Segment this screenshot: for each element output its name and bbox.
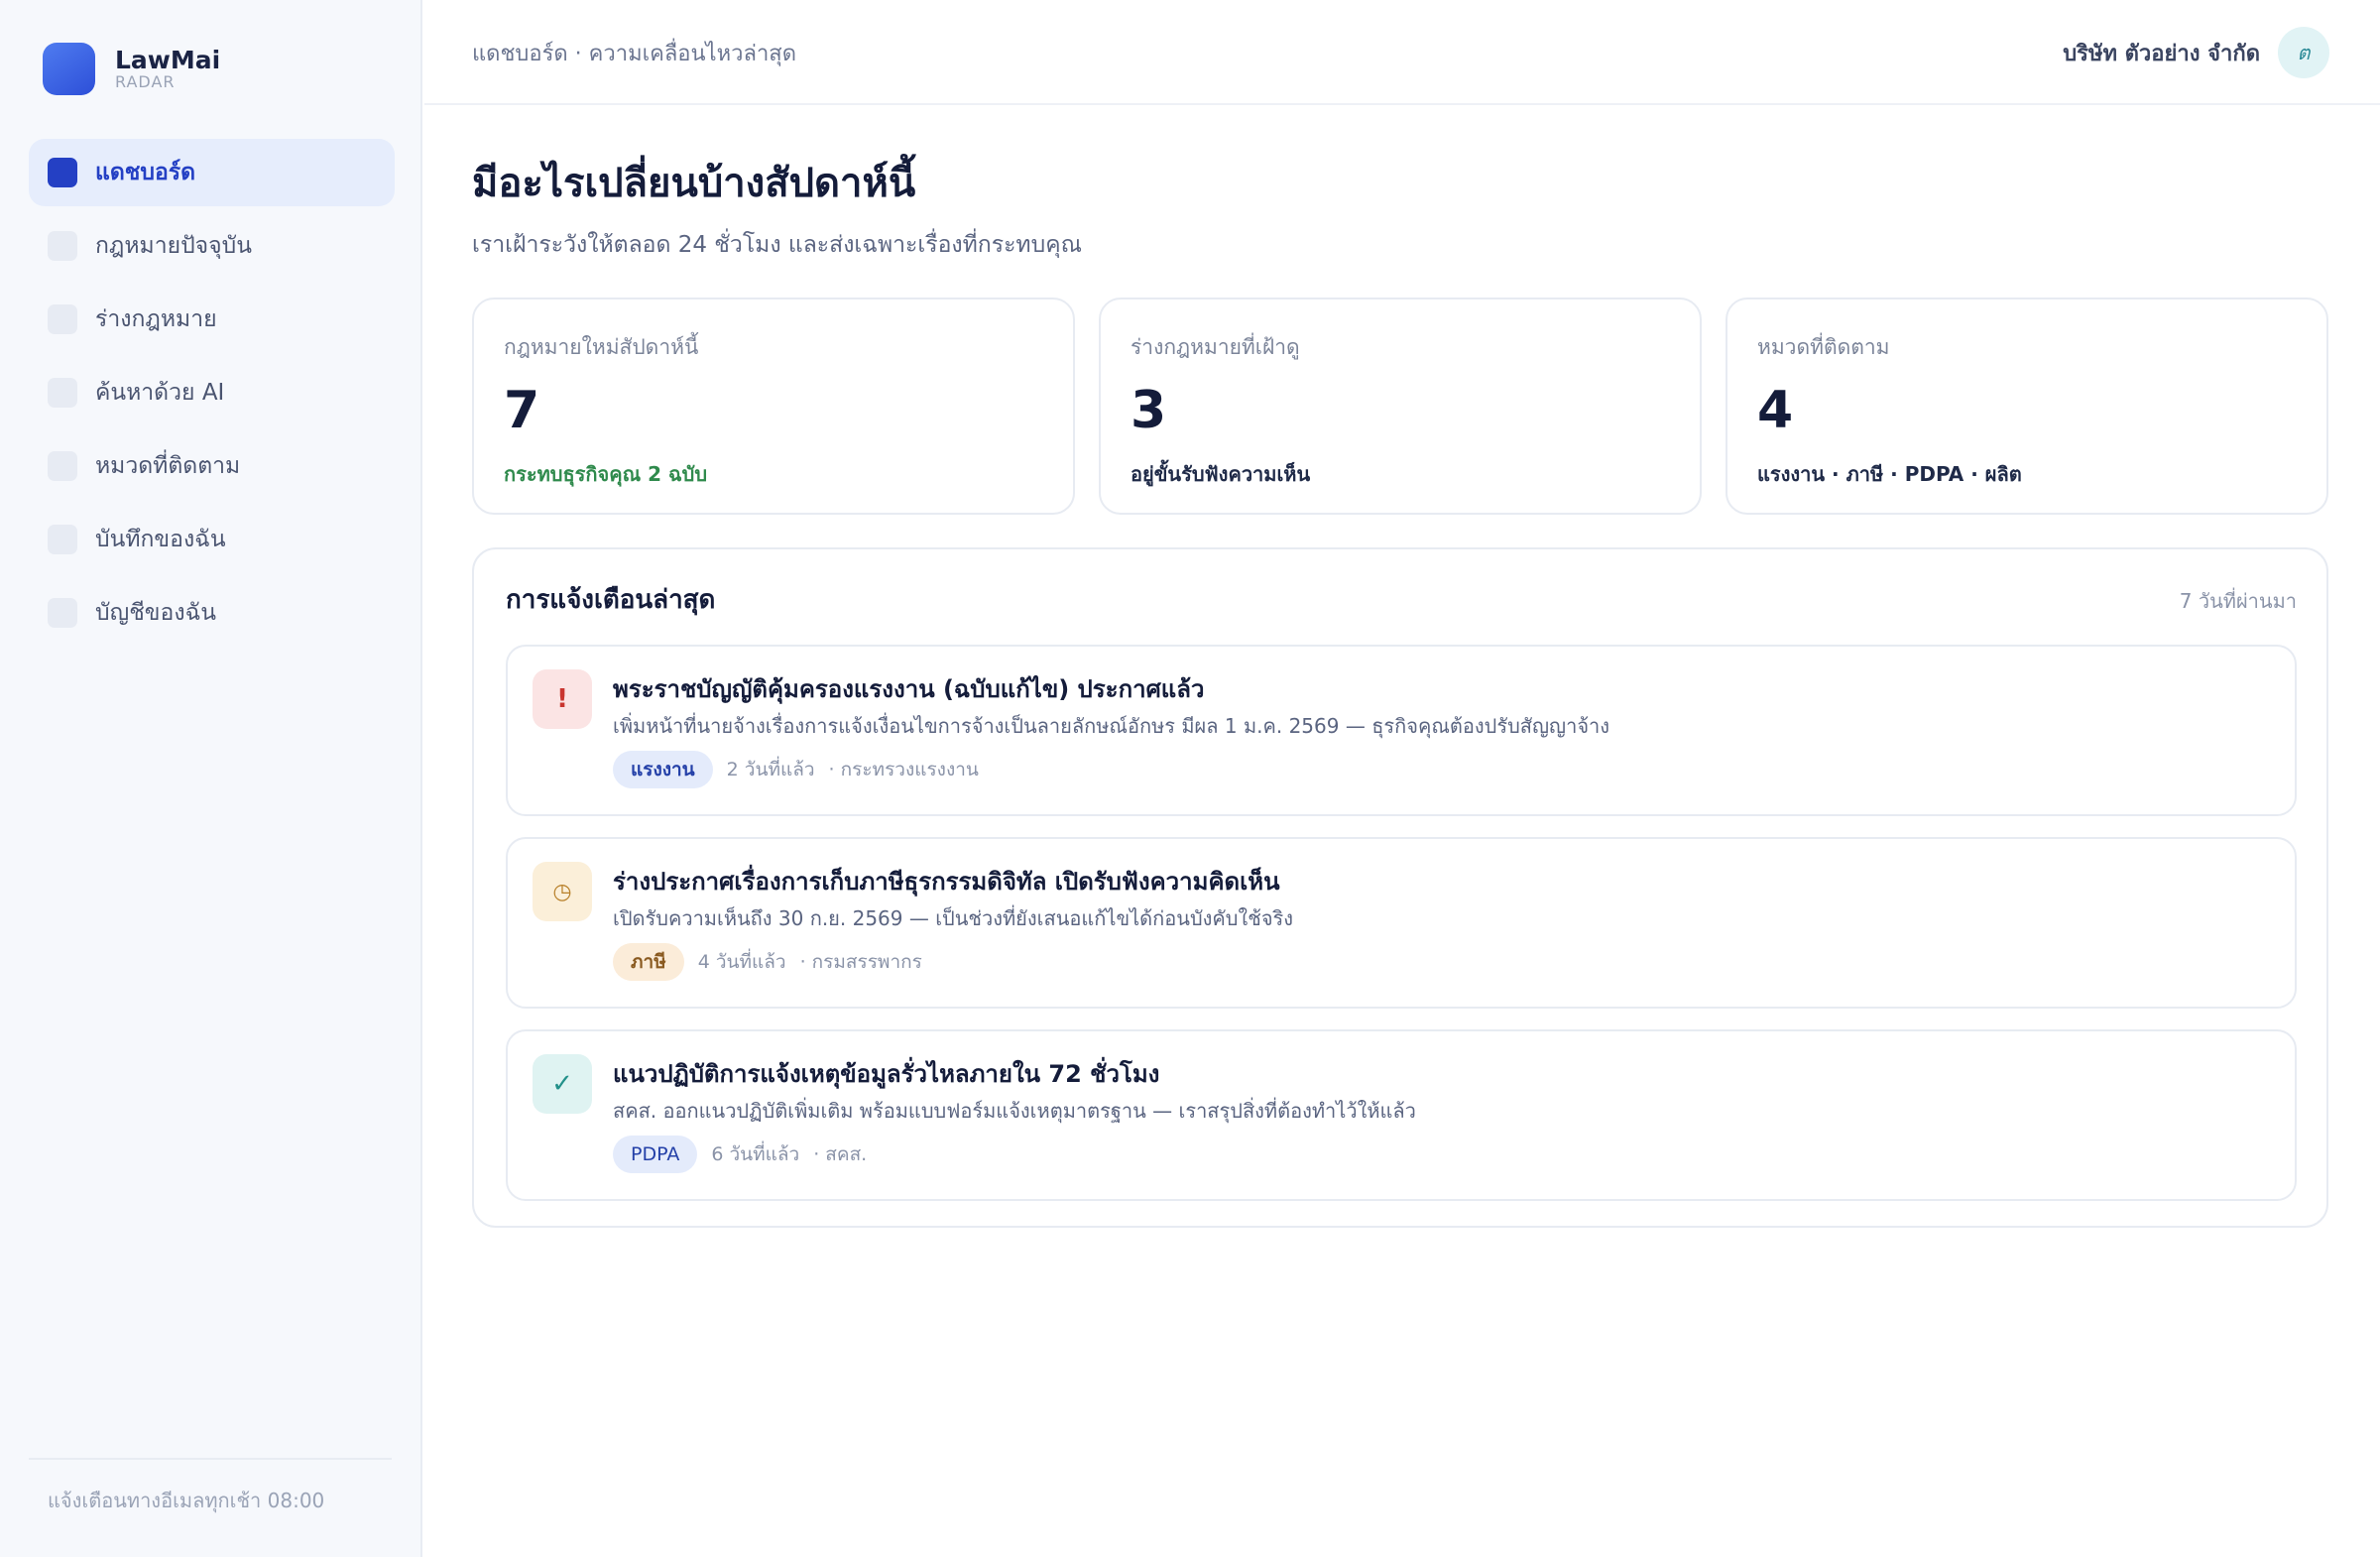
- page-subtitle: เราเฝ้าระวังให้ตลอด 24 ชั่วโมง และส่งเฉพ…: [472, 232, 1082, 258]
- category-tag[interactable]: PDPA: [613, 1136, 698, 1173]
- sidebar-item-label: หมวดที่ติดตาม: [95, 453, 241, 479]
- sidebar-item-label: ร่างกฎหมาย: [95, 306, 217, 332]
- category-tag[interactable]: ภาษี: [613, 943, 684, 981]
- brand-name: LawMai: [115, 45, 221, 74]
- sidebar-item-label: แดชบอร์ด: [95, 160, 196, 185]
- exclamation-icon: !: [533, 669, 592, 729]
- alert-source: · สคส.: [813, 1143, 868, 1165]
- category-tag[interactable]: แรงงาน: [613, 751, 713, 788]
- sidebar-nav: แดชบอร์ด กฎหมายปัจจุบัน ร่างกฎหมาย ค้นหา…: [29, 139, 395, 653]
- alert-title: พระราชบัญญัติคุ้มครองแรงงาน (ฉบับแก้ไข) …: [613, 675, 1205, 703]
- sidebar-item-my-notes[interactable]: บันทึกของฉัน: [29, 506, 395, 573]
- sidebar-item-label: บัญชีของฉัน: [95, 600, 216, 626]
- alert-item[interactable]: ✓ แนวปฏิบัติการแจ้งเหตุข้อมูลรั่วไหลภายใ…: [506, 1029, 2297, 1201]
- alert-title: ร่างประกาศเรื่องการเก็บภาษีธุรกรรมดิจิทั…: [613, 868, 1280, 896]
- laws-icon: [48, 231, 77, 261]
- stat-card-followed-categories[interactable]: หมวดที่ติดตาม 4 แรงงาน · ภาษี · PDPA · ผ…: [1726, 298, 2328, 515]
- brand[interactable]: LawMai RADAR: [43, 43, 220, 95]
- alert-title: แนวปฏิบัติการแจ้งเหตุข้อมูลรั่วไหลภายใน …: [613, 1060, 1160, 1088]
- sidebar: LawMai RADAR แดชบอร์ด กฎหมายปัจจุบัน ร่า…: [0, 0, 422, 1557]
- account-icon: [48, 598, 77, 628]
- stat-value: 7: [504, 381, 540, 440]
- sidebar-item-label: บันทึกของฉัน: [95, 527, 226, 552]
- alert-time: 2 วันที่แล้ว: [726, 759, 815, 780]
- alert-item[interactable]: ! พระราชบัญญัติคุ้มครองแรงงาน (ฉบับแก้ไข…: [506, 645, 2297, 816]
- stat-label: กฎหมายใหม่สัปดาห์นี้: [504, 335, 699, 359]
- draft-icon: [48, 304, 77, 334]
- alert-meta: ภาษี 4 วันที่แล้ว · กรมสรรพากร: [613, 943, 922, 981]
- company-name[interactable]: บริษัท ตัวอย่าง จำกัด: [2063, 36, 2260, 70]
- alerts-title: การแจ้งเตือนล่าสุด: [506, 585, 716, 615]
- lawmai-logo-icon: [43, 43, 95, 95]
- sidebar-item-label: กฎหมายปัจจุบัน: [95, 233, 252, 259]
- stat-note: กระทบธุรกิจคุณ 2 ฉบับ: [504, 462, 708, 486]
- alert-description: เพิ่มหน้าที่นายจ้างเรื่องการแจ้งเงื่อนไข…: [613, 714, 1610, 738]
- topbar: แดชบอร์ด · ความเคลื่อนไหวล่าสุด บริษัท ต…: [424, 0, 2380, 105]
- ai-search-icon: [48, 378, 77, 408]
- stat-label: หมวดที่ติดตาม: [1757, 335, 1890, 359]
- sidebar-item-my-account[interactable]: บัญชีของฉัน: [29, 579, 395, 647]
- avatar[interactable]: ต: [2278, 27, 2329, 78]
- sidebar-item-ai-search[interactable]: ค้นหาด้วย AI: [29, 359, 395, 426]
- alert-time: 4 วันที่แล้ว: [697, 951, 786, 973]
- brand-subtitle: RADAR: [115, 72, 176, 92]
- alert-source: · กรมสรรพากร: [799, 951, 922, 973]
- sidebar-divider: [29, 1458, 392, 1460]
- sidebar-item-followed-categories[interactable]: หมวดที่ติดตาม: [29, 432, 395, 500]
- stat-value: 3: [1130, 381, 1167, 440]
- sidebar-item-draft-laws[interactable]: ร่างกฎหมาย: [29, 286, 395, 353]
- alert-meta: PDPA 6 วันที่แล้ว · สคส.: [613, 1136, 867, 1173]
- alert-description: เปิดรับความเห็นถึง 30 ก.ย. 2569 — เป็นช่…: [613, 906, 1294, 930]
- breadcrumb: แดชบอร์ด · ความเคลื่อนไหวล่าสุด: [472, 42, 797, 66]
- alert-source: · กระทรวงแรงงาน: [828, 759, 979, 780]
- clock-icon: ◷: [533, 862, 592, 921]
- page-title: มีอะไรเปลี่ยนบ้างสัปดาห์นี้: [472, 161, 916, 206]
- sidebar-item-dashboard[interactable]: แดชบอร์ด: [29, 139, 395, 206]
- email-schedule-note: แจ้งเตือนทางอีเมลทุกเช้า 08:00: [48, 1489, 325, 1512]
- dashboard-icon: [48, 158, 77, 187]
- sidebar-item-current-laws[interactable]: กฎหมายปัจจุบัน: [29, 212, 395, 280]
- alerts-range: 7 วันที่ผ่านมา: [2179, 589, 2297, 613]
- brand-text: LawMai RADAR: [115, 47, 220, 91]
- stat-card-watched-drafts[interactable]: ร่างกฎหมายที่เฝ้าดู 3 อยู่ขั้นรับฟังความ…: [1099, 298, 1702, 515]
- categories-icon: [48, 451, 77, 481]
- sidebar-item-label: ค้นหาด้วย AI: [95, 380, 225, 406]
- checkmark-icon: ✓: [533, 1054, 592, 1114]
- stat-card-new-laws[interactable]: กฎหมายใหม่สัปดาห์นี้ 7 กระทบธุรกิจคุณ 2 …: [472, 298, 1075, 515]
- alert-item[interactable]: ◷ ร่างประกาศเรื่องการเก็บภาษีธุรกรรมดิจิ…: [506, 837, 2297, 1009]
- alerts-panel: การแจ้งเตือนล่าสุด 7 วันที่ผ่านมา ! พระร…: [472, 547, 2328, 1228]
- stat-value: 4: [1757, 381, 1794, 440]
- stat-label: ร่างกฎหมายที่เฝ้าดู: [1130, 335, 1300, 359]
- alert-time: 6 วันที่แล้ว: [711, 1143, 800, 1165]
- alert-meta: แรงงาน 2 วันที่แล้ว · กระทรวงแรงงาน: [613, 751, 979, 788]
- stat-note: อยู่ขั้นรับฟังความเห็น: [1130, 462, 1311, 486]
- stat-note: แรงงาน · ภาษี · PDPA · ผลิต: [1757, 462, 2022, 486]
- alert-description: สคส. ออกแนวปฏิบัติเพิ่มเติม พร้อมแบบฟอร์…: [613, 1099, 1416, 1123]
- notes-icon: [48, 525, 77, 554]
